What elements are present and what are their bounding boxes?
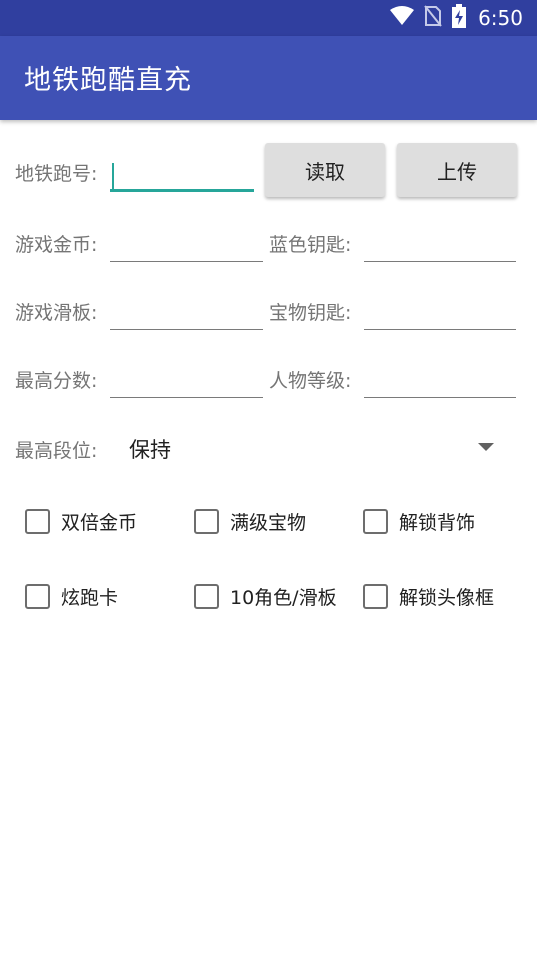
rank-select[interactable]: 保持 <box>120 424 510 472</box>
app-bar: 地铁跑酷直充 <box>0 36 537 120</box>
rank-label: 最高段位: <box>15 440 98 462</box>
no-sim-icon <box>424 5 442 31</box>
checkbox-characters-boards[interactable]: 10角色/滑板 <box>194 583 337 610</box>
read-button[interactable]: 读取 <box>265 143 385 197</box>
checkbox-box <box>363 509 388 534</box>
checkbox-run-card[interactable]: 炫跑卡 <box>25 583 118 610</box>
checkbox-label: 满级宝物 <box>230 512 307 534</box>
treasure-keys-input[interactable] <box>364 298 516 330</box>
blue-keys-label: 蓝色钥匙: <box>269 234 352 256</box>
coins-input[interactable] <box>110 230 263 262</box>
boards-input[interactable] <box>110 298 263 330</box>
status-icons: 6:50 <box>390 4 523 32</box>
checkbox-label: 解锁头像框 <box>399 587 495 609</box>
checkbox-label: 10角色/滑板 <box>230 587 337 609</box>
high-score-input[interactable] <box>110 366 263 398</box>
checkbox-label: 解锁背饰 <box>399 512 476 534</box>
level-label: 人物等级: <box>269 370 352 392</box>
checkbox-box <box>25 509 50 534</box>
checkbox-double-coins[interactable]: 双倍金币 <box>25 508 137 535</box>
checkbox-box <box>194 509 219 534</box>
level-input[interactable] <box>364 366 516 398</box>
status-time: 6:50 <box>478 6 523 30</box>
checkbox-label: 双倍金币 <box>61 512 138 534</box>
upload-button[interactable]: 上传 <box>397 143 517 197</box>
wifi-icon <box>390 6 415 30</box>
status-bar: 6:50 <box>0 0 537 36</box>
checkbox-unlock-avatar-frame[interactable]: 解锁头像框 <box>363 583 494 610</box>
id-label: 地铁跑号: <box>15 163 98 185</box>
checkbox-label: 炫跑卡 <box>61 587 119 609</box>
text-caret <box>112 163 114 191</box>
battery-charging-icon <box>452 4 467 32</box>
blue-keys-input[interactable] <box>364 230 516 262</box>
checkbox-box <box>363 584 388 609</box>
treasure-keys-label: 宝物钥匙: <box>269 302 352 324</box>
boards-label: 游戏滑板: <box>15 302 98 324</box>
high-score-label: 最高分数: <box>15 370 98 392</box>
checkbox-max-treasure[interactable]: 满级宝物 <box>194 508 306 535</box>
app-title: 地铁跑酷直充 <box>24 65 192 96</box>
dropdown-arrow-icon <box>478 443 494 451</box>
checkbox-unlock-back-accessory[interactable]: 解锁背饰 <box>363 508 475 535</box>
id-input[interactable] <box>110 157 254 192</box>
checkbox-box <box>25 584 50 609</box>
rank-select-value: 保持 <box>129 438 171 462</box>
checkbox-box <box>194 584 219 609</box>
coins-label: 游戏金币: <box>15 234 98 256</box>
